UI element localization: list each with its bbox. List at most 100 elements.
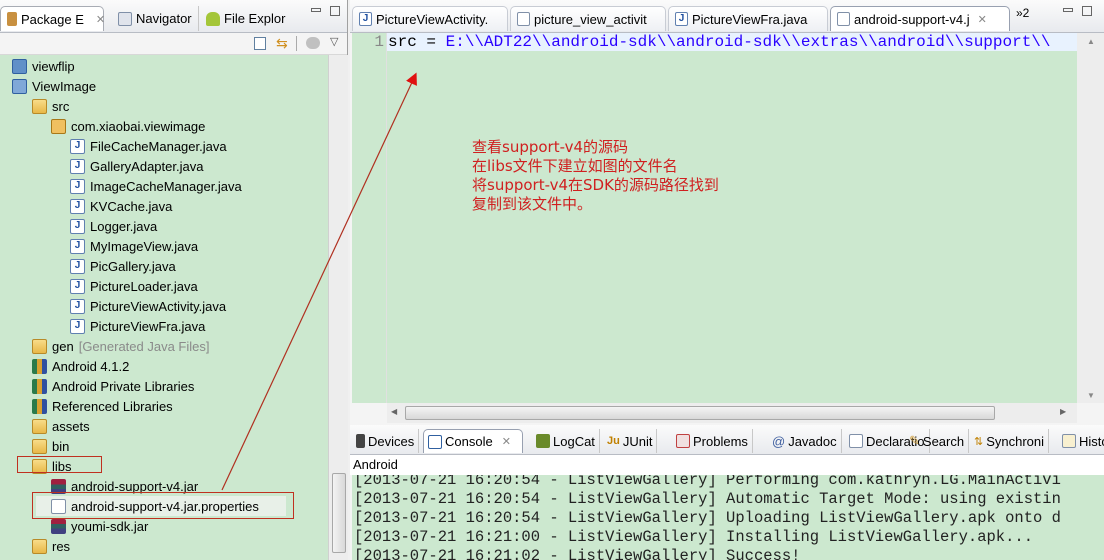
console-line: [2013-07-21 16:21:00 - ListViewGallery] … [354, 528, 1034, 546]
minimize-icon[interactable] [1063, 8, 1073, 12]
tree-node-java-file[interactable]: J PicGallery.java [70, 256, 176, 276]
close-icon[interactable]: ✕ [978, 13, 987, 26]
editor-tab[interactable]: J PictureViewFra.java [668, 6, 828, 31]
tab-overflow-button[interactable]: »2 [1016, 6, 1029, 20]
editor-tab[interactable]: J PictureViewActivity. [352, 6, 508, 31]
text-file-icon [837, 12, 850, 26]
junit-icon: Ju [607, 435, 620, 447]
console-output[interactable]: [2013-07-21 16:20:54 - ListViewGallery] … [352, 475, 1104, 560]
editor-tab[interactable]: picture_view_activit [510, 6, 666, 31]
android-project-icon [12, 78, 27, 94]
console-tabbar: Devices Console ✕ LogCat Ju JUnit Problems… [350, 425, 1104, 455]
tab-console[interactable]: Console ✕ [423, 429, 523, 453]
tree-node-viewimage[interactable]: ViewImage [12, 76, 96, 96]
package-explorer-panel: Package E ✕ Navigator File Explor ⇆ ▽ vi… [0, 0, 348, 560]
tree-node-java-file[interactable]: J FileCacheManager.java [70, 136, 227, 156]
project-tree: viewflip ViewImage src com.xiaobai.viewi… [0, 55, 328, 560]
package-explorer-icon [7, 12, 17, 26]
editor-horizontal-scrollbar[interactable]: ◀ ▶ [387, 403, 1077, 423]
tree-node-referenced-libraries[interactable]: Referenced Libraries [32, 396, 173, 416]
java-file-warning-icon: J [70, 218, 85, 234]
device-icon [356, 434, 365, 448]
library-icon [32, 398, 47, 414]
java-file-icon: J [70, 198, 85, 214]
java-file-warning-icon: J [70, 178, 85, 194]
source-folder-icon [32, 98, 47, 114]
console-line: [2013-07-21 16:20:54 - ListViewGallery] … [354, 509, 1061, 527]
tab-history[interactable]: Histo [1058, 429, 1104, 453]
scroll-up-icon[interactable]: ▲ [1087, 37, 1095, 46]
tab-junit[interactable]: Ju JUnit [603, 429, 658, 453]
tree-node-viewflip[interactable]: viewflip [12, 56, 75, 76]
maximize-icon[interactable] [330, 6, 340, 16]
console-label: Android [350, 455, 1104, 475]
android-icon [206, 11, 220, 26]
tree-node-android-sdk[interactable]: Android 4.1.2 [32, 356, 129, 376]
xml-file-icon [517, 12, 530, 26]
java-file-icon: J [70, 138, 85, 154]
collapse-all-icon[interactable] [254, 37, 266, 50]
tree-scrollbar[interactable] [328, 55, 348, 560]
line-number-gutter: 1 [352, 33, 387, 403]
tree-node-assets[interactable]: assets [32, 416, 90, 436]
annotation-text: 查看support-v4的源码 在libs文件下建立如图的文件名 将suppor… [472, 138, 719, 213]
tree-node-jar[interactable]: youmi-sdk.jar [51, 516, 148, 536]
tree-node-java-file[interactable]: J MyImageView.java [70, 236, 198, 256]
tree-node-java-file[interactable]: J PictureLoader.java [70, 276, 198, 296]
tab-synchronize[interactable]: ⇅ Synchroni [970, 429, 1050, 453]
highlight-box-libs [17, 456, 102, 473]
tree-scrollbar-thumb[interactable] [332, 473, 346, 553]
toolbar-separator [296, 36, 297, 51]
maximize-icon[interactable] [1082, 6, 1092, 16]
problems-icon [676, 434, 690, 448]
scroll-right-icon[interactable]: ▶ [1060, 407, 1066, 416]
tree-node-bin[interactable]: bin [32, 436, 69, 456]
java-file-warning-icon: J [70, 318, 85, 334]
tree-node-package[interactable]: com.xiaobai.viewimage [51, 116, 205, 136]
tab-search[interactable]: ✎ Search [905, 429, 970, 453]
tree-node-java-file[interactable]: J Logger.java [70, 216, 157, 236]
editor-vertical-scrollbar[interactable]: ▲ ▼ [1077, 33, 1104, 403]
tab-problems[interactable]: Problems [672, 429, 753, 453]
java-file-warning-icon: J [359, 12, 372, 26]
tree-node-java-file[interactable]: J GalleryAdapter.java [70, 156, 203, 176]
tab-devices[interactable]: Devices [352, 429, 420, 453]
code-editor[interactable]: src = E:\\ADT22\\android-sdk\\android-sd… [387, 33, 1077, 403]
close-icon[interactable]: ✕ [96, 13, 105, 26]
search-icon: ✎ [909, 433, 920, 448]
project-closed-icon [12, 58, 27, 74]
close-icon[interactable]: ✕ [502, 435, 511, 448]
tree-node-java-file[interactable]: J ImageCacheManager.java [70, 176, 242, 196]
view-menu-icon[interactable]: ▽ [330, 35, 338, 48]
tree-node-java-file[interactable]: J KVCache.java [70, 196, 172, 216]
tree-node-gen[interactable]: gen [Generated Java Files] [32, 336, 210, 356]
library-icon [32, 358, 47, 374]
navigator-icon [118, 11, 132, 26]
scroll-left-icon[interactable]: ◀ [391, 407, 397, 416]
console-line: [2013-07-21 16:20:54 - ListViewGallery] … [354, 475, 1061, 489]
java-file-warning-icon: J [675, 12, 688, 26]
java-file-icon: J [70, 278, 85, 294]
minimize-icon[interactable] [311, 8, 321, 12]
tab-navigator[interactable]: Navigator [112, 6, 199, 31]
tree-node-res[interactable]: res [32, 536, 70, 556]
scroll-down-icon[interactable]: ▼ [1087, 391, 1095, 400]
tab-file-explorer[interactable]: File Explor [200, 6, 291, 31]
filters-icon[interactable] [306, 37, 320, 49]
java-file-warning-icon: J [70, 298, 85, 314]
tab-javadoc[interactable]: @ Javadoc [768, 429, 842, 453]
link-with-editor-icon[interactable]: ⇆ [276, 36, 290, 50]
source-folder-icon [32, 338, 47, 354]
synchronize-icon: ⇅ [974, 435, 984, 448]
tree-node-src[interactable]: src [32, 96, 69, 116]
tab-package-explorer[interactable]: Package E ✕ [0, 6, 105, 31]
tab-logcat[interactable]: LogCat [532, 429, 600, 453]
tree-node-java-file[interactable]: J PictureViewActivity.java [70, 296, 226, 316]
declaration-icon [849, 434, 863, 448]
logcat-icon [536, 434, 550, 448]
horizontal-scroll-thumb[interactable] [405, 406, 995, 420]
tree-node-private-libraries[interactable]: Android Private Libraries [32, 376, 194, 396]
tree-node-java-file[interactable]: J PictureViewFra.java [70, 316, 205, 336]
editor-tab-active[interactable]: android-support-v4.j ✕ [830, 6, 1010, 31]
console-line: [2013-07-21 16:21:02 - ListViewGallery] … [354, 547, 801, 560]
